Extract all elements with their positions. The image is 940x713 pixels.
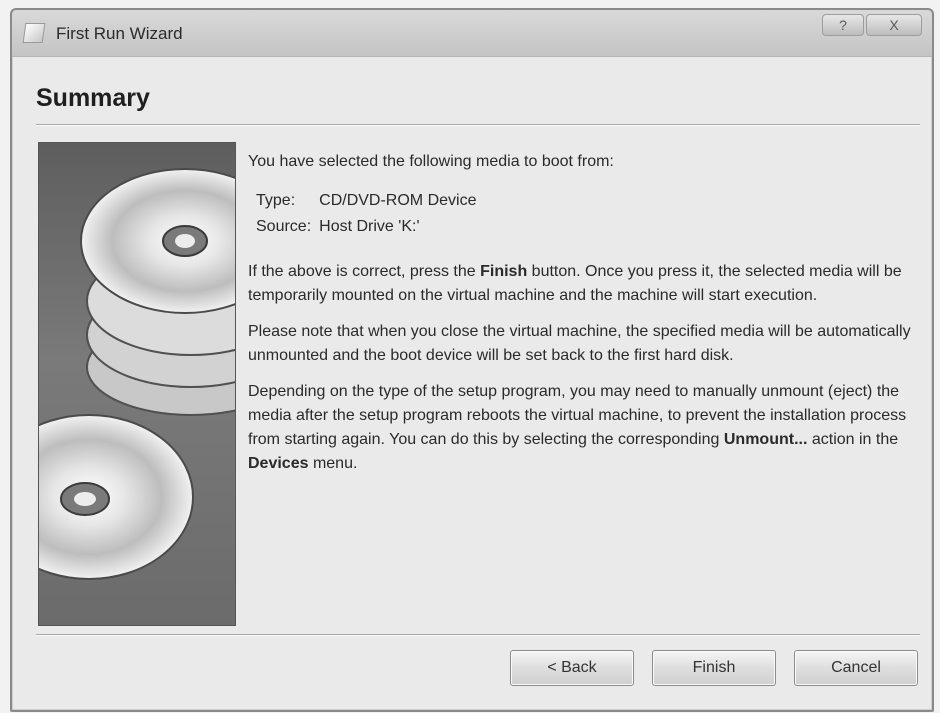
wizard-page: Summary You have selected the following … (22, 68, 922, 700)
summary-content: You have selected the following media to… (248, 150, 940, 488)
back-button[interactable]: < Back (510, 650, 634, 686)
media-source-row: Source: Host Drive 'K:' (256, 214, 484, 240)
caption-buttons: ? X (822, 14, 922, 36)
media-summary: Type: CD/DVD-ROM Device Source: Host Dri… (256, 188, 484, 240)
title-bar[interactable]: First Run Wizard ? X (12, 10, 932, 57)
close-button[interactable]: X (866, 14, 922, 36)
app-icon (22, 23, 46, 43)
cd-stack-icon (39, 168, 235, 580)
eject-text-3: menu. (308, 455, 358, 472)
window-title: First Run Wizard (56, 24, 183, 43)
title-divider (36, 124, 920, 126)
unmount-action-label: Unmount... (723, 431, 808, 448)
page-title: Summary (36, 84, 150, 112)
eject-instructions: Depending on the type of the setup progr… (248, 380, 940, 476)
media-type-label: Type: (256, 192, 296, 209)
media-type-row: Type: CD/DVD-ROM Device (256, 188, 484, 214)
finish-instructions: If the above is correct, press the Finis… (248, 260, 940, 308)
media-type-value: CD/DVD-ROM Device (319, 192, 477, 209)
unmount-note: Please note that when you close the virt… (248, 323, 911, 364)
media-source-label: Source: (256, 218, 312, 235)
finish-button[interactable]: Finish (652, 650, 776, 686)
wizard-window: First Run Wizard ? X Summary You have se… (10, 8, 934, 712)
help-button[interactable]: ? (822, 14, 864, 36)
devices-menu-label: Devices (248, 455, 309, 472)
media-source-value: Host Drive 'K:' (319, 218, 420, 235)
finish-text-1: If the above is correct, press the (248, 263, 481, 280)
eject-text-2: action in the (807, 431, 899, 448)
finish-text-bold: Finish (480, 263, 528, 280)
cancel-button[interactable]: Cancel (794, 650, 918, 686)
wizard-buttons: < Back Finish Cancel (510, 650, 918, 686)
cd-stack-image (38, 142, 236, 626)
button-divider (36, 634, 920, 636)
intro-text: You have selected the following media to… (248, 153, 614, 170)
